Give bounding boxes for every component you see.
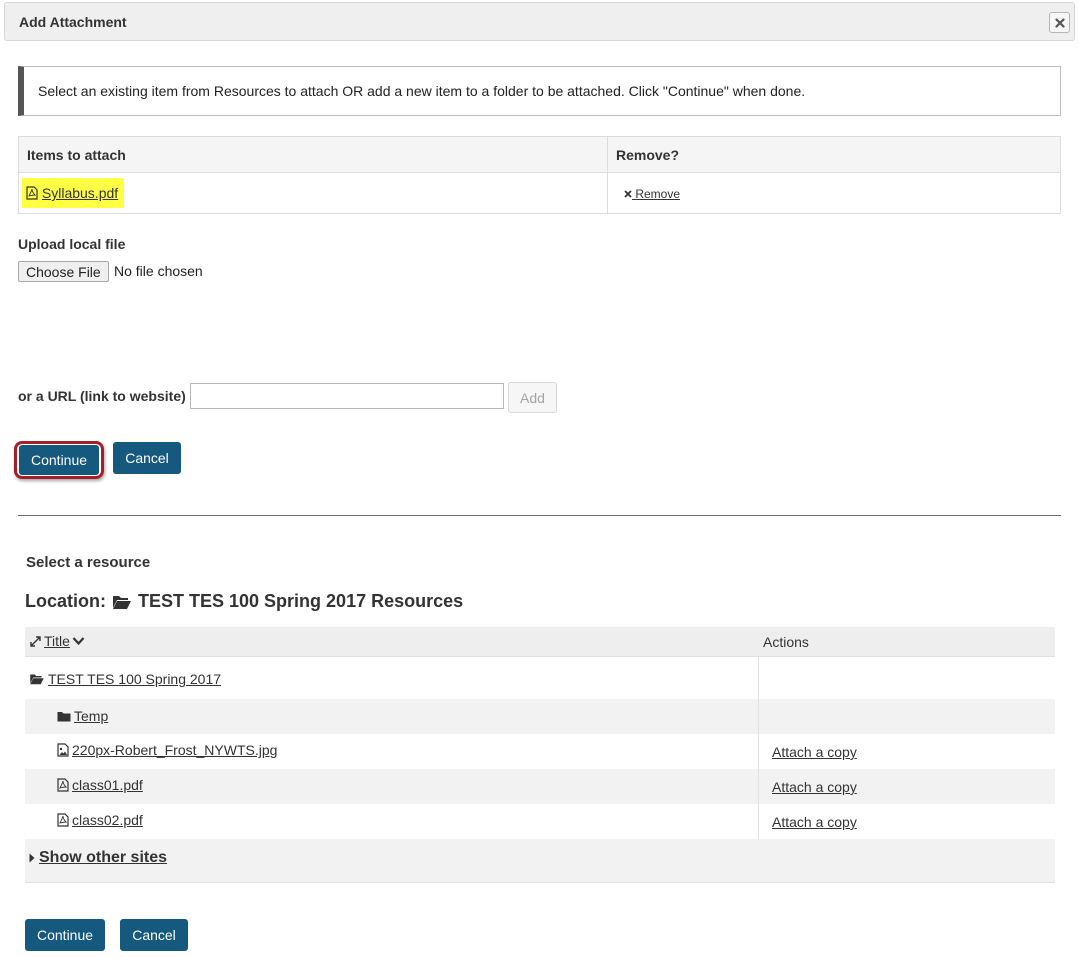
expand-icon	[30, 635, 41, 647]
remove-link[interactable]: Remove	[624, 187, 680, 201]
cancel-button[interactable]: Cancel	[113, 442, 181, 474]
resources-table-header: Title Actions	[25, 627, 1055, 657]
chevron-down-icon	[72, 637, 85, 646]
upload-label: Upload local file	[18, 236, 126, 252]
table-row: TEST TES 100 Spring 2017	[25, 657, 1055, 699]
attached-item-link[interactable]: Syllabus.pdf	[42, 185, 118, 201]
add-attachment-dialog: Add Attachment Select an existing item f…	[0, 0, 1079, 957]
column-separator	[758, 699, 759, 734]
column-header-items: Items to attach	[18, 136, 608, 173]
actions-column-header: Actions	[763, 634, 809, 650]
attach-copy-link[interactable]: Attach a copy	[772, 814, 857, 830]
table-row: Syllabus.pdf Remove	[18, 172, 1061, 214]
table-row: class01.pdf Attach a copy	[25, 769, 1055, 804]
continue-button[interactable]: Continue	[19, 445, 99, 475]
add-url-button[interactable]: Add	[508, 382, 557, 413]
file-status: No file chosen	[114, 263, 203, 279]
close-icon	[624, 190, 632, 198]
column-separator	[758, 769, 759, 804]
attached-item-highlight: Syllabus.pdf	[22, 178, 125, 208]
title-column-header[interactable]: Title	[29, 633, 85, 649]
column-separator	[758, 734, 759, 769]
resource-link[interactable]: class02.pdf	[72, 812, 143, 828]
remove-label: Remove	[635, 187, 681, 201]
location-heading: Location: TEST TES 100 Spring 2017 Resou…	[25, 591, 463, 612]
items-to-attach-table: Items to attach Remove? Syllabus.pdf Rem…	[18, 136, 1061, 214]
attach-copy-link[interactable]: Attach a copy	[772, 779, 857, 795]
attach-copy-link[interactable]: Attach a copy	[772, 744, 857, 760]
folder-icon	[57, 711, 71, 721]
resource-item[interactable]: class02.pdf	[57, 812, 143, 828]
folder-open-icon	[113, 595, 131, 609]
dialog-title: Add Attachment	[19, 14, 127, 30]
table-row: 220px-Robert_Frost_NYWTS.jpg Attach a co…	[25, 734, 1055, 769]
url-label: or a URL (link to website)	[18, 388, 186, 404]
continue-button-focus-ring: Continue	[14, 441, 104, 479]
show-other-sites-toggle[interactable]: Show other sites	[29, 849, 167, 867]
instructions-box: Select an existing item from Resources t…	[18, 66, 1061, 116]
location-name: TEST TES 100 Spring 2017 Resources	[138, 591, 464, 611]
close-button[interactable]	[1049, 12, 1070, 33]
cancel-button-bottom[interactable]: Cancel	[120, 919, 188, 951]
divider	[18, 515, 1061, 516]
url-input[interactable]	[190, 383, 504, 409]
resource-item[interactable]: TEST TES 100 Spring 2017	[29, 671, 221, 687]
resource-item[interactable]: class01.pdf	[57, 777, 143, 793]
other-sites-row: Show other sites	[25, 839, 1055, 883]
dialog-titlebar: Add Attachment	[4, 2, 1075, 41]
pdf-file-icon	[26, 186, 38, 200]
column-separator	[758, 657, 759, 699]
pdf-file-icon	[57, 813, 69, 827]
resource-item[interactable]: 220px-Robert_Frost_NYWTS.jpg	[57, 742, 277, 758]
location-label: Location:	[25, 591, 106, 611]
close-icon	[1054, 17, 1065, 28]
resource-link[interactable]: 220px-Robert_Frost_NYWTS.jpg	[72, 742, 277, 758]
table-row: class02.pdf Attach a copy	[25, 804, 1055, 839]
pdf-file-icon	[57, 778, 69, 792]
resource-link[interactable]: class01.pdf	[72, 777, 143, 793]
title-sort-link[interactable]: Title	[44, 633, 70, 649]
column-separator	[758, 804, 759, 839]
resource-link[interactable]: TEST TES 100 Spring 2017	[48, 671, 221, 687]
caret-right-icon	[29, 853, 35, 863]
column-header-remove: Remove?	[607, 136, 1061, 173]
resources-table: Title Actions TEST TES 100 Spring 2017 T…	[25, 627, 1055, 883]
resource-link[interactable]: Temp	[74, 708, 108, 724]
choose-file-button[interactable]: Choose File	[18, 261, 109, 282]
continue-button-bottom[interactable]: Continue	[25, 919, 105, 951]
show-other-sites-link[interactable]: Show other sites	[39, 849, 167, 867]
image-file-icon	[57, 743, 69, 757]
table-row: Temp	[25, 699, 1055, 734]
resource-item[interactable]: Temp	[57, 708, 108, 724]
select-resource-heading: Select a resource	[26, 554, 151, 571]
folder-open-icon	[30, 674, 44, 685]
